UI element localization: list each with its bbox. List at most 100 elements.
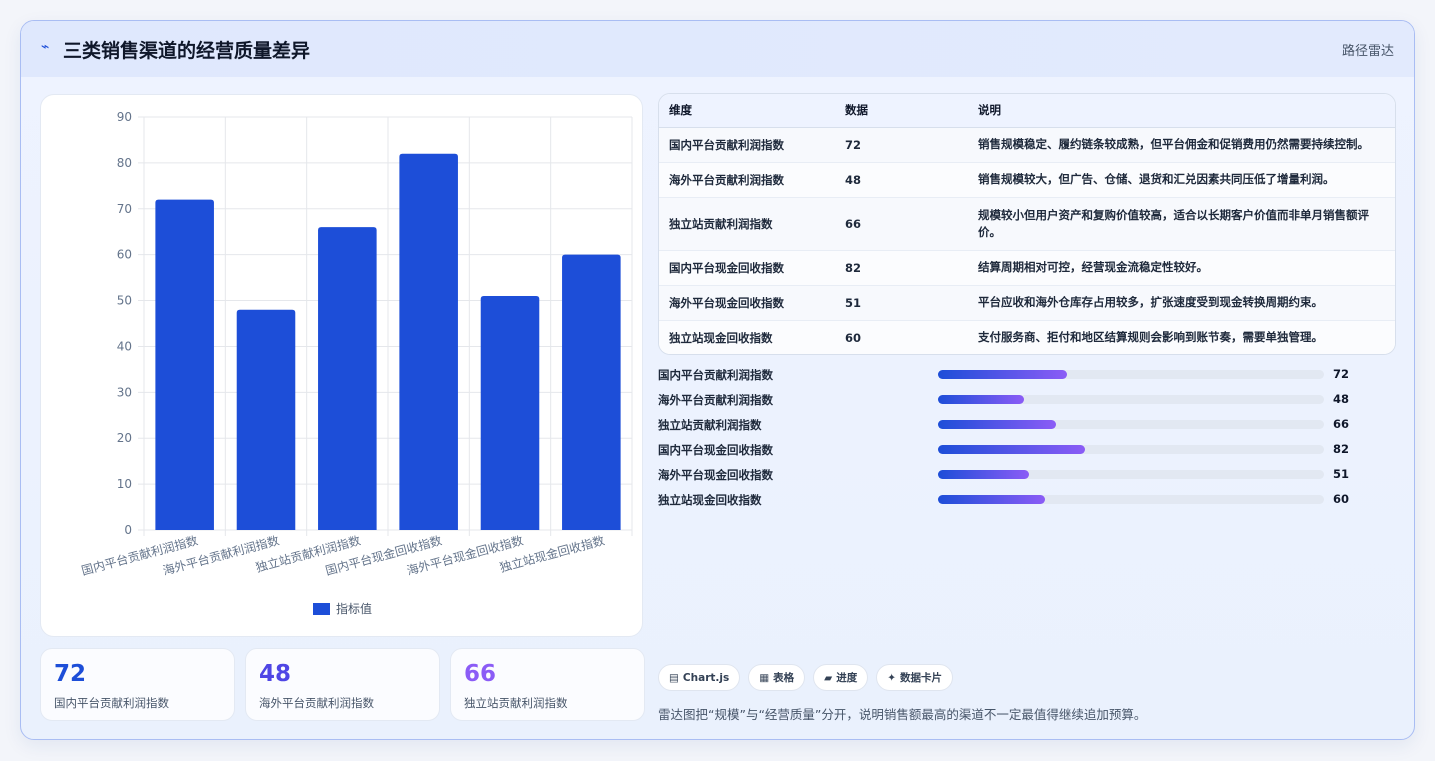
y-tick-label: 50 [117,294,132,308]
bar [562,254,621,530]
chart-icon: ▤ [669,671,679,684]
cell-dimension: 国内平台贡献利润指数 [659,127,835,163]
bar-chart: 0102030405060708090国内平台贡献利润指数海外平台贡献利润指数独… [80,110,633,616]
progress-value: 48 [1333,392,1350,406]
chip-label: Chart.js [682,671,730,684]
bar [155,199,214,530]
cell-dimension: 海外平台现金回收指数 [659,285,835,321]
table-row: 国内平台现金回收指数 82 结算周期相对可控，经营现金流稳定性较好。 [659,250,1395,286]
progress-track [938,420,1324,429]
progress-fill [938,395,1024,404]
cell-description: 规模较小但用户资产和复购价值较高，适合以长期客户价值而非单月销售额评价。 [968,197,1395,251]
progress-value: 51 [1333,467,1350,481]
kpi-label: 独立站贡献利润指数 [464,696,568,710]
y-tick-label: 40 [117,339,132,353]
kpi-label: 国内平台贡献利润指数 [54,696,169,710]
cell-description: 销售规模较大，但广告、仓储、退货和汇兑因素共同压低了增量利润。 [968,162,1395,198]
header-tag: 路径雷达 [1341,44,1394,59]
y-tick-label: 70 [117,202,132,216]
progress-track [938,495,1324,504]
table-row: 国内平台贡献利润指数 72 销售规模稳定、履约链条较成熟，但平台佣金和促销费用仍… [659,127,1395,163]
kpi-value: 66 [464,661,497,687]
table-row: 海外平台贡献利润指数 48 销售规模较大，但广告、仓储、退货和汇兑因素共同压低了… [659,162,1395,198]
progress-fill [938,370,1067,379]
cell-dimension: 独立站现金回收指数 [659,320,835,354]
cell-description: 支付服务商、拒付和地区结算规则会影响到账节奏，需要单独管理。 [968,320,1395,354]
progress-value: 60 [1333,492,1350,506]
progress-track [938,470,1324,479]
progress-fill [938,445,1085,454]
cell-description: 平台应收和海外仓库存占用较多，扩张速度受到现金转换周期约束。 [968,285,1395,321]
progress-value: 82 [1333,442,1350,456]
cell-value: 48 [835,162,968,198]
cell-value: 82 [835,250,968,286]
table-header-description: 说明 [968,94,1395,128]
progress-row: 独立站现金回收指数 60 [658,490,1398,510]
progress-value: 66 [1333,417,1350,431]
feature-chips: ▤ Chart.js ▦ 表格 ▰ 进度 ✦ 数据卡片 [658,664,954,691]
table-header-value: 数据 [835,94,968,128]
footnote: 雷达图把“规模”与“经营质量”分开，说明销售额最高的渠道不一定最值得继续追加预算… [658,707,1147,722]
progress-fill [938,470,1030,479]
bar [399,153,458,530]
sparkle-icon: ✦ [887,671,897,684]
progress-row: 海外平台现金回收指数 51 [658,465,1398,485]
legend-label: 指标值 [336,601,372,616]
kpi-card: 66 独立站贡献利润指数 [450,648,645,721]
table-row: 海外平台现金回收指数 51 平台应收和海外仓库存占用较多，扩张速度受到现金转换周… [659,285,1395,321]
progress-row: 海外平台贡献利润指数 48 [658,390,1398,410]
progress-label: 国内平台现金回收指数 [658,443,773,457]
card-header: ⌁ 三类销售渠道的经营质量差异 路径雷达 [21,21,1414,77]
progress-label: 独立站贡献利润指数 [658,418,762,432]
chip-label: 表格 [773,672,795,684]
progress-track [938,395,1324,404]
y-tick-label: 60 [117,248,132,262]
progress-track [938,370,1324,379]
lightning-icon: ⌁ [41,39,50,55]
chip-label: 进度 [836,672,858,684]
data-table-panel: 维度 数据 说明 国内平台贡献利润指数 72 销售规模稳定、履约链条较成熟，但平… [658,93,1396,355]
cell-value: 51 [835,285,968,321]
chip-进度[interactable]: ▰ 进度 [813,664,869,691]
page-title: 三类销售渠道的经营质量差异 [63,40,311,62]
bar [236,309,296,530]
bar [318,227,377,530]
cell-value: 72 [835,127,968,163]
kpi-label: 海外平台贡献利润指数 [259,696,374,710]
progress-row: 独立站贡献利润指数 66 [658,415,1398,435]
kpi-card: 48 海外平台贡献利润指数 [245,648,440,721]
kpi-value: 72 [54,661,87,687]
chip-chart-js[interactable]: ▤ Chart.js [658,664,741,691]
table-row: 独立站贡献利润指数 66 规模较小但用户资产和复购价值较高，适合以长期客户价值而… [659,197,1395,251]
progress-track [938,445,1324,454]
cell-value: 60 [835,320,968,354]
chip-数据卡片[interactable]: ✦ 数据卡片 [876,664,954,691]
main-card: ⌁ 三类销售渠道的经营质量差异 路径雷达 0 10 20 30 40 50 60 70 80 90… [20,20,1415,740]
chip-label: 数据卡片 [900,672,943,684]
data-table: 维度 数据 说明 国内平台贡献利润指数 72 销售规模稳定、履约链条较成熟，但平… [659,94,1395,354]
table-row: 独立站现金回收指数 60 支付服务商、拒付和地区结算规则会影响到账节奏，需要单独… [659,320,1395,354]
progress-fill [938,495,1046,504]
kpi-card: 72 国内平台贡献利润指数 [40,648,235,721]
bar-chart-panel: 0 10 20 30 40 50 60 70 80 90 国内平台贡献利润指数 海外平台贡献利润指数独… [40,94,643,637]
progress-value: 72 [1333,367,1350,381]
progress-icon: ▰ [824,671,833,684]
progress-label: 独立站现金回收指数 [658,493,762,507]
progress-row: 国内平台现金回收指数 82 [658,440,1398,460]
y-tick-label: 30 [117,385,132,399]
y-tick-label: 80 [117,156,132,170]
cell-description: 结算周期相对可控，经营现金流稳定性较好。 [968,250,1395,286]
progress-label: 海外平台现金回收指数 [658,468,773,482]
legend-swatch [313,603,330,615]
y-tick-label: 90 [117,110,132,124]
y-tick-label: 0 [124,523,132,537]
cell-value: 66 [835,197,968,251]
cell-dimension: 国内平台现金回收指数 [659,250,835,286]
progress-label: 国内平台贡献利润指数 [658,368,773,382]
cell-dimension: 独立站贡献利润指数 [659,197,835,251]
y-tick-label: 20 [117,431,132,445]
progress-fill [938,420,1056,429]
progress-label: 海外平台贡献利润指数 [658,393,773,407]
y-tick-label: 10 [117,477,132,491]
chip-表格[interactable]: ▦ 表格 [748,664,806,691]
